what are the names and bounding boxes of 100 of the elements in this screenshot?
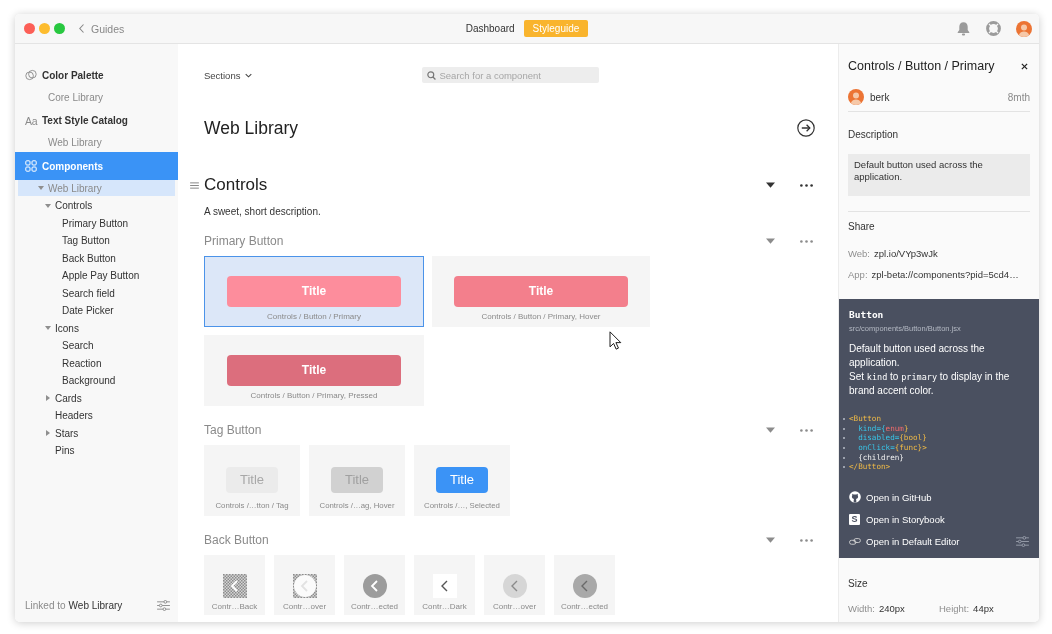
share-label: App: xyxy=(848,268,868,282)
button-preview: Title xyxy=(454,275,628,307)
button-preview: Title xyxy=(227,354,401,386)
caret-down-icon[interactable] xyxy=(766,182,775,188)
tree-item[interactable]: Apple Pay Button xyxy=(18,267,175,284)
component-name: Button xyxy=(849,309,884,320)
section-label: Description xyxy=(848,129,899,140)
variant-caption: Controls / Button / Primary, Pressed xyxy=(250,389,378,401)
share-url[interactable]: zpl.io/VYp3wJk xyxy=(874,247,938,261)
tree-item[interactable]: Controls xyxy=(18,197,175,214)
library-title: Web Library xyxy=(204,117,299,139)
open-editor-link[interactable]: Open in Default Editor xyxy=(849,535,960,547)
line-marker-icon xyxy=(843,456,845,459)
tag-preview: Title xyxy=(226,466,278,493)
close-icon[interactable] xyxy=(1021,62,1028,70)
chevron-square-icon xyxy=(432,573,457,598)
caret-right-icon[interactable] xyxy=(45,395,51,401)
sliders-icon[interactable] xyxy=(157,599,170,611)
mouse-cursor-icon xyxy=(609,331,622,350)
more-icon[interactable] xyxy=(800,183,813,187)
open-github-link[interactable]: Open in GitHub xyxy=(849,491,932,504)
tree-item[interactable]: Background xyxy=(18,372,175,389)
open-storybook-link[interactable]: S Open in Storybook xyxy=(849,513,945,525)
window-zoom-icon[interactable] xyxy=(54,23,65,34)
description-box: Default button used across the application. xyxy=(848,154,1030,196)
arrow-circle-icon[interactable] xyxy=(797,119,815,137)
drag-handle-icon[interactable] xyxy=(190,181,199,189)
button-preview: Title xyxy=(227,275,401,307)
lifebuoy-icon[interactable] xyxy=(986,21,1001,36)
docs-text: Default button used across the application. xyxy=(849,342,986,370)
variant-caption: Contr…over xyxy=(492,600,537,612)
variant-caption: Contr…Dark xyxy=(422,600,467,612)
library-link[interactable]: Web Library xyxy=(68,599,123,611)
bell-icon[interactable] xyxy=(956,21,971,36)
tree-item[interactable]: Primary Button xyxy=(18,215,175,231)
variant-caption: Contr…over xyxy=(282,600,327,612)
grid-icon xyxy=(25,160,37,172)
line-marker-icon xyxy=(843,417,845,420)
storybook-icon: S xyxy=(849,513,860,525)
tree-item[interactable]: Icons xyxy=(18,320,175,336)
linked-label: Linked to xyxy=(25,599,66,611)
section-label: Share xyxy=(848,221,875,232)
tag-preview: Title xyxy=(436,466,488,493)
line-marker-icon xyxy=(843,446,845,449)
variant-caption: Contr…ected xyxy=(350,600,399,612)
tree-item[interactable]: Web Library xyxy=(18,134,175,151)
caret-right-icon[interactable] xyxy=(45,430,51,436)
sections-dropdown[interactable]: Sections xyxy=(204,69,253,81)
tree-item[interactable]: Pins xyxy=(18,442,175,459)
user-avatar[interactable] xyxy=(1016,20,1032,37)
window-close-icon[interactable] xyxy=(24,23,35,34)
component-title: Primary Button xyxy=(204,234,284,248)
variant-caption: Contr…Back xyxy=(211,600,258,612)
variant-caption: Controls / Button / Primary, Hover xyxy=(481,310,601,322)
group-description: A sweet, short description. xyxy=(204,205,321,219)
sliders-icon[interactable] xyxy=(1016,535,1029,547)
tree-item[interactable]: Core Library xyxy=(18,89,175,105)
tree-item[interactable]: Headers xyxy=(18,407,175,424)
tree-item[interactable]: Tag Button xyxy=(18,232,175,249)
nav-tab[interactable]: Dashboard xyxy=(465,20,515,37)
share-label: Web: xyxy=(848,247,870,261)
chevron-circle-icon xyxy=(502,573,527,598)
tree-item[interactable]: Stars xyxy=(18,425,175,441)
size-label: Width: xyxy=(848,602,875,617)
tree-item[interactable]: Cards xyxy=(18,390,175,406)
text-style-icon: Aa xyxy=(25,114,37,127)
size-label: Height: xyxy=(939,602,970,617)
back-link[interactable]: Guides xyxy=(79,22,125,35)
palette-icon xyxy=(25,69,37,81)
sidebar-section[interactable]: Aa Text Style Catalog xyxy=(15,106,178,135)
chevron-circle-icon xyxy=(292,573,317,598)
tree-item[interactable]: Search xyxy=(18,337,175,354)
tree-item[interactable]: Date Picker xyxy=(18,302,175,319)
chevron-circle-icon xyxy=(572,573,597,598)
link-icon xyxy=(849,537,861,545)
tree-item[interactable]: Back Button xyxy=(18,250,175,266)
chevron-left-icon xyxy=(79,24,84,33)
size-value: 240px xyxy=(878,602,905,617)
window-minimize-icon[interactable] xyxy=(39,23,50,34)
share-url[interactable]: zpl-beta://components?pid=5cd4… xyxy=(871,268,1019,282)
variant-caption: Contr…ected xyxy=(560,600,609,612)
search-field[interactable]: Search for a component xyxy=(421,67,599,83)
tree-item[interactable]: Reaction xyxy=(18,355,175,371)
component-path-title: Controls / Button / Primary xyxy=(848,59,995,73)
line-marker-icon xyxy=(843,427,845,430)
chevron-circle-icon xyxy=(362,573,387,598)
chevron-square-icon xyxy=(222,573,247,598)
docs-text: Set kind to primary to display in the brand accent color. xyxy=(849,370,1011,398)
component-title: Tag Button xyxy=(204,423,262,437)
size-value: 44px xyxy=(973,602,994,617)
sidebar-section[interactable]: Color Palette xyxy=(15,61,178,89)
group-title: Controls xyxy=(204,175,268,195)
variant-caption: Controls / Button / Primary xyxy=(267,310,361,322)
line-marker-icon xyxy=(843,437,845,440)
author-name: berk xyxy=(870,91,890,103)
github-icon xyxy=(849,491,861,504)
tree-item[interactable]: Search field xyxy=(18,285,175,301)
line-marker-icon xyxy=(843,466,845,469)
component-title: Back Button xyxy=(204,533,269,547)
user-avatar xyxy=(848,89,864,105)
